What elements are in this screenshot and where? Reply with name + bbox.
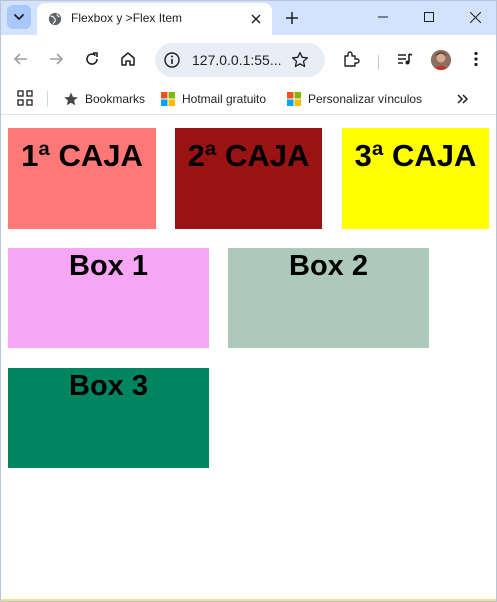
minimize-button[interactable] <box>360 1 406 33</box>
browser-toolbar: 127.0.0.1:55... <box>1 35 496 83</box>
bookmarks-bar: Bookmarks Hotmail gratuito Personalizar … <box>1 83 496 115</box>
info-icon <box>164 52 180 68</box>
arrow-right-icon <box>50 53 64 65</box>
media-controls-button[interactable] <box>393 47 417 71</box>
tab-strip: Flexbox y >Flex Item <box>1 1 496 35</box>
profile-avatar[interactable] <box>431 50 451 70</box>
globe-icon <box>48 12 62 26</box>
box-3: Box 3 <box>8 368 209 468</box>
caja-1: 1ª CAJA <box>8 128 156 229</box>
extensions-button[interactable] <box>339 47 363 71</box>
box-2-label: Box 2 <box>289 250 368 282</box>
profile-photo-icon <box>431 50 451 70</box>
arrow-left-icon <box>13 53 27 65</box>
close-icon <box>469 11 481 23</box>
bookmark-label: Bookmarks <box>85 92 146 106</box>
back-button[interactable] <box>9 47 33 71</box>
toolbar-separator <box>378 55 379 69</box>
box-1-label: Box 1 <box>69 250 148 282</box>
caja-3-label: 3ª CAJA <box>354 138 477 173</box>
maximize-button[interactable] <box>406 1 452 33</box>
box-1: Box 1 <box>8 248 209 348</box>
puzzle-icon <box>344 51 360 67</box>
bookmarks-overflow-button[interactable] <box>454 90 472 108</box>
window-bottom-edge <box>1 599 496 601</box>
caja-3: 3ª CAJA <box>342 128 489 229</box>
window-close-button[interactable] <box>452 1 496 33</box>
chevron-double-right-icon <box>457 94 469 104</box>
minimize-icon <box>378 16 388 18</box>
tab-title: Flexbox y >Flex Item <box>71 11 183 25</box>
bookmarks-divider <box>47 91 48 107</box>
more-vertical-icon <box>474 51 478 67</box>
bookmark-item-personalizar[interactable]: Personalizar vínculos <box>286 89 422 109</box>
caja-2-label: 2ª CAJA <box>187 138 310 173</box>
bookmark-item-hotmail[interactable]: Hotmail gratuito <box>160 89 266 109</box>
home-button[interactable] <box>116 47 140 71</box>
bookmark-item-bookmarks[interactable]: Bookmarks <box>63 89 145 109</box>
caja-2: 2ª CAJA <box>175 128 322 229</box>
browser-window: Flexbox y >Flex Item 127.0.0.1:55... Boo… <box>0 0 497 602</box>
tab-active[interactable]: Flexbox y >Flex Item <box>37 3 272 35</box>
microsoft-logo-icon <box>287 92 301 106</box>
bookmark-label: Hotmail gratuito <box>182 92 267 106</box>
apps-grid-icon[interactable] <box>17 90 33 106</box>
address-bar[interactable]: 127.0.0.1:55... <box>155 43 325 77</box>
tab-search-button[interactable] <box>7 5 31 29</box>
star-icon <box>64 92 78 106</box>
new-tab-button[interactable] <box>281 7 303 29</box>
forward-button[interactable] <box>44 47 68 71</box>
tab-close-button[interactable] <box>247 10 265 28</box>
caja-1-label: 1ª CAJA <box>21 138 143 173</box>
bookmark-star-icon[interactable] <box>291 51 309 69</box>
chrome-menu-button[interactable] <box>464 47 488 71</box>
reload-icon <box>86 52 98 65</box>
media-queue-icon <box>398 53 413 65</box>
maximize-icon <box>424 12 434 22</box>
page-content: 1ª CAJA 2ª CAJA 3ª CAJA Box 1 Box 2 Box … <box>1 116 496 601</box>
box-3-label: Box 3 <box>69 370 148 402</box>
address-bar-url: 127.0.0.1:55... <box>192 52 282 68</box>
home-icon <box>121 52 135 66</box>
close-icon <box>251 14 261 24</box>
box-2: Box 2 <box>228 248 429 348</box>
microsoft-logo-icon <box>161 92 175 106</box>
bookmark-label: Personalizar vínculos <box>308 92 423 106</box>
plus-icon <box>286 12 298 24</box>
reload-button[interactable] <box>80 47 104 71</box>
chevron-down-icon <box>14 14 24 20</box>
